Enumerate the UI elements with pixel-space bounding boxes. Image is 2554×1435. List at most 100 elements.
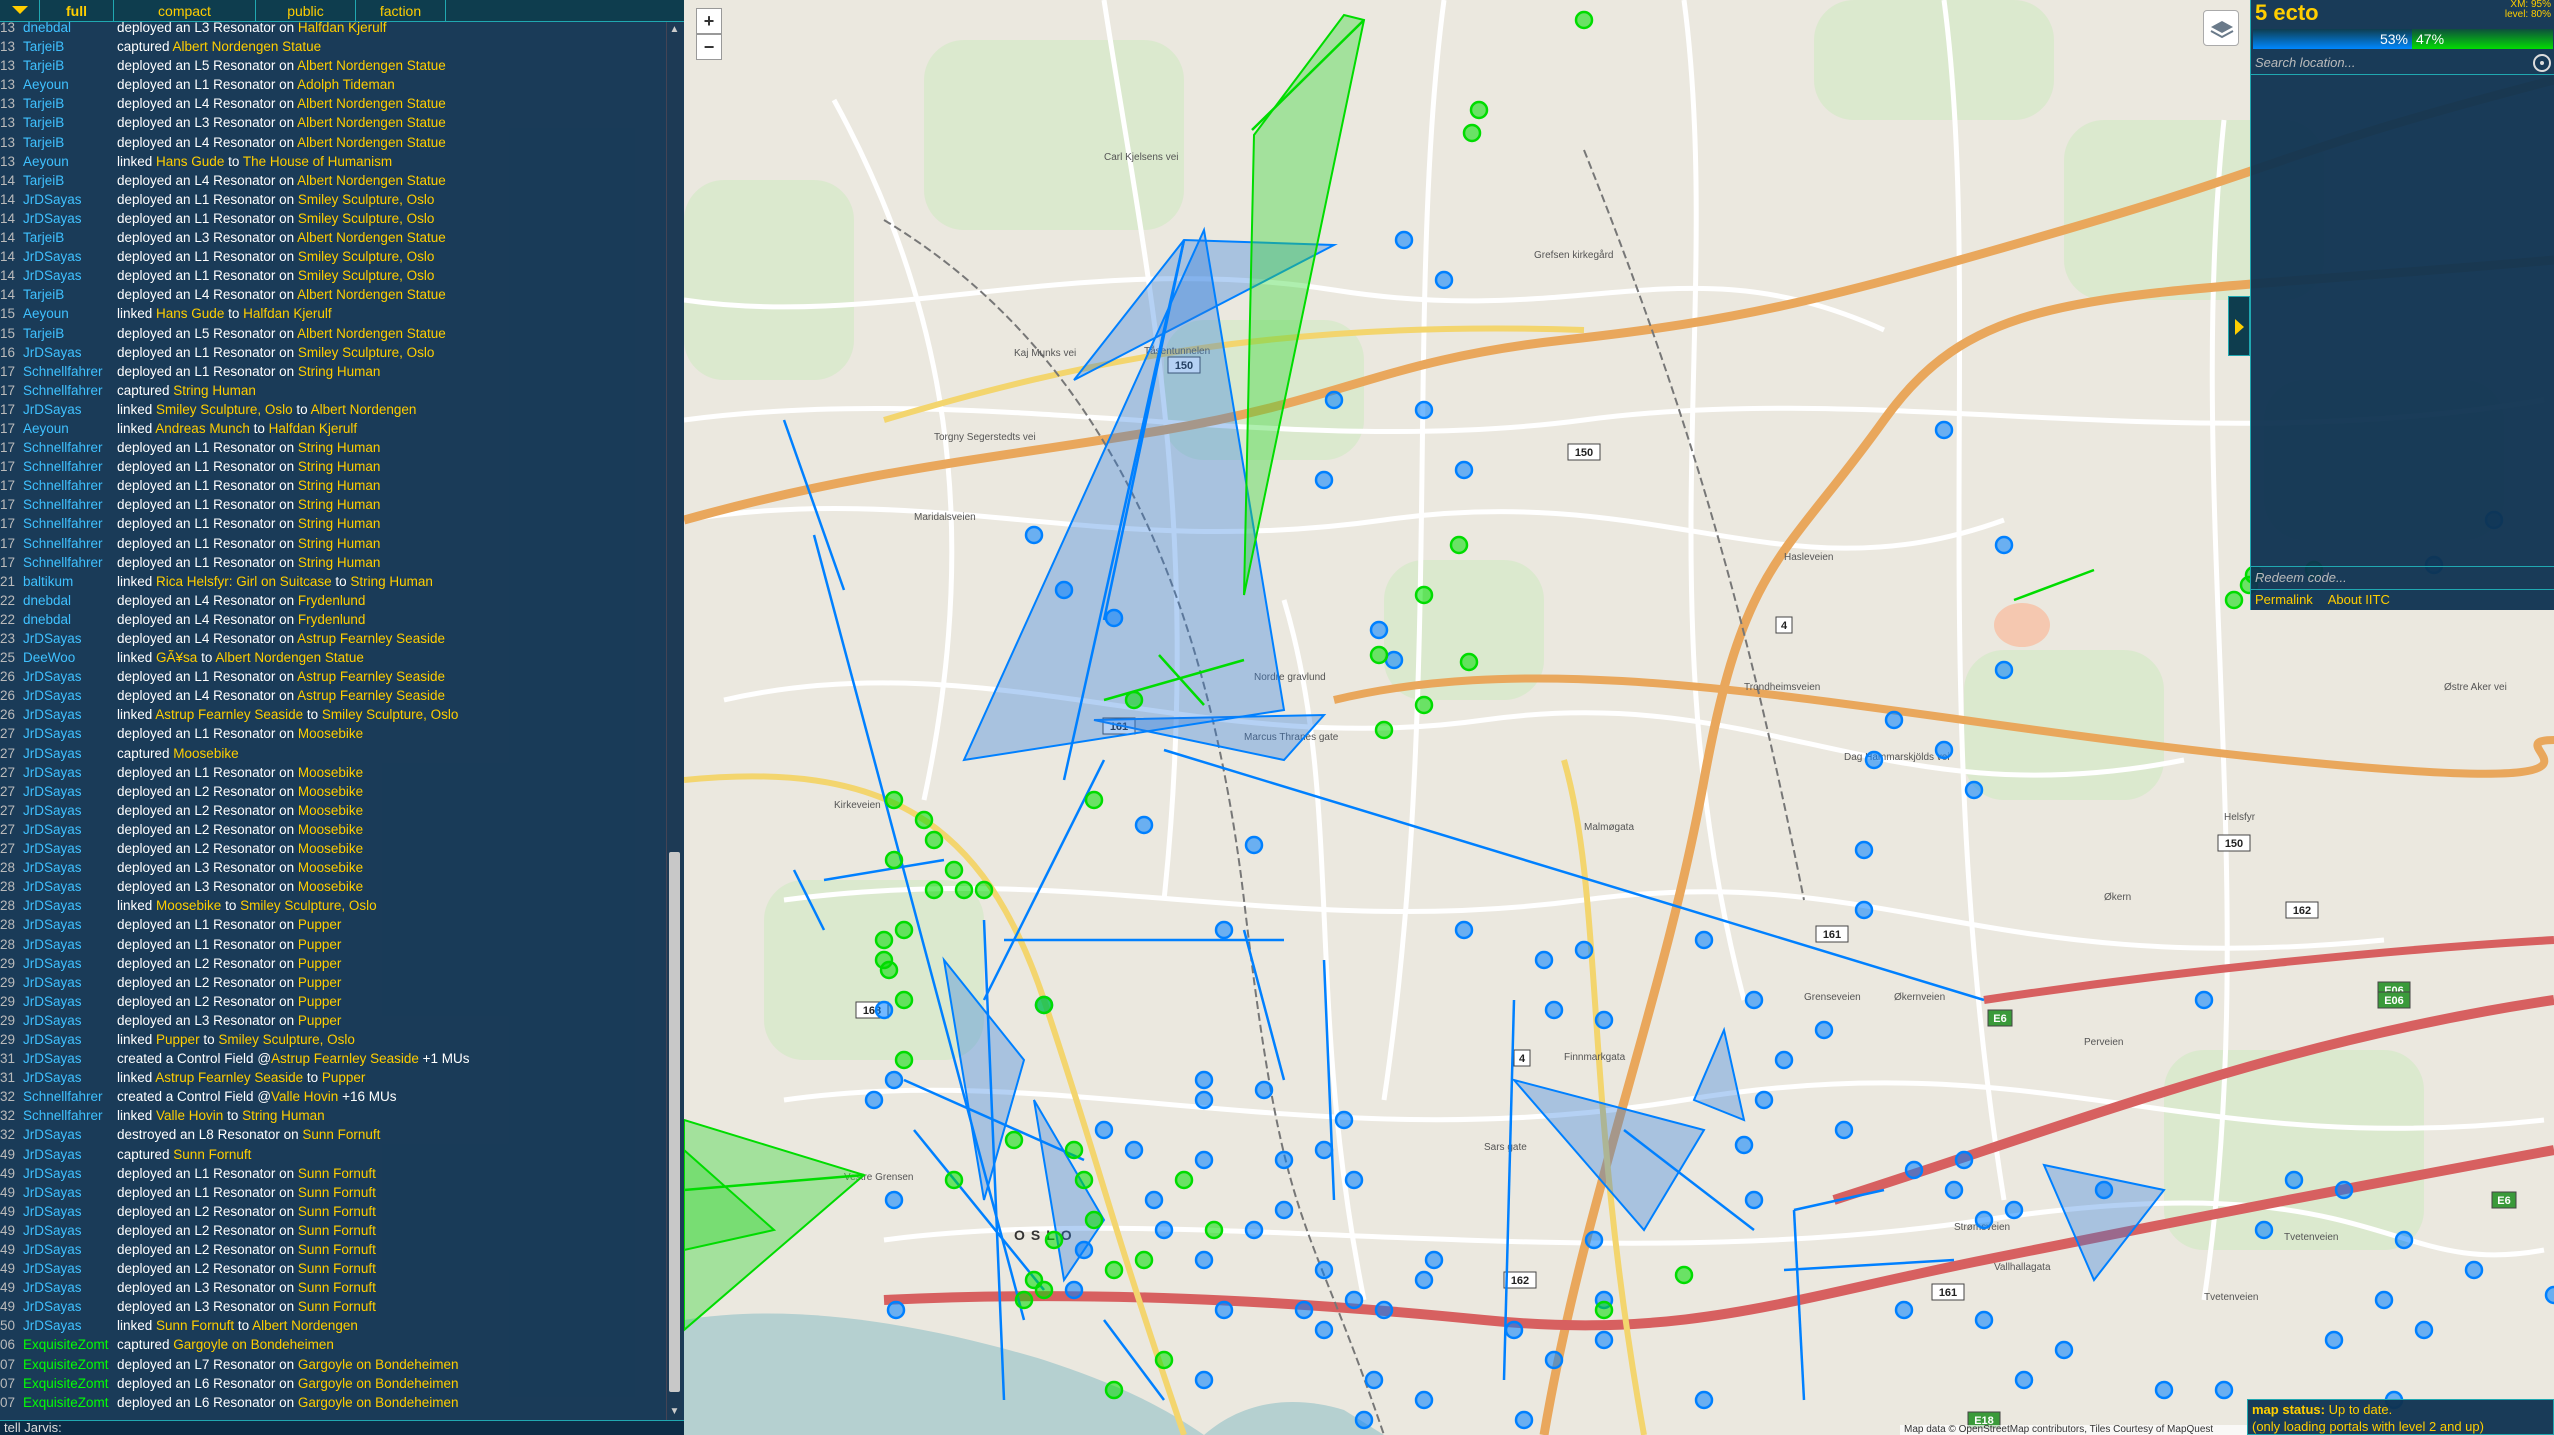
portal-link[interactable]: Moosebike [298,765,363,780]
portal-link[interactable]: Albert Nordengen Statue [297,58,446,73]
agent-name[interactable]: Aeyoun [23,75,115,94]
portal-link[interactable]: Smiley Sculpture, Oslo [218,1032,355,1047]
portal-link[interactable]: Pupper [322,1070,366,1085]
agent-name[interactable]: JrDSayas [23,400,115,419]
agent-name[interactable]: TarjeiB [23,56,115,75]
portal-link[interactable]: Albert Nordengen Statue [173,39,322,54]
res-portal[interactable] [1134,1250,1154,1270]
portal-link[interactable]: Pupper [156,1032,200,1047]
agent-name[interactable]: Aeyoun [23,152,115,171]
agent-name[interactable]: JrDSayas [23,839,115,858]
agent-name[interactable]: TarjeiB [23,113,115,132]
enl-portal[interactable] [1274,1200,1294,1220]
enl-portal[interactable] [1254,1080,1274,1100]
portal-link[interactable]: Smiley Sculpture, Oslo [322,707,459,722]
enl-portal[interactable] [1144,1190,1164,1210]
portal-link[interactable]: Albert Nordengen Statue [297,230,446,245]
agent-name[interactable]: JrDSayas [23,1011,115,1030]
portal-link[interactable]: Albert Nordengen Statue [297,287,446,302]
portal-link[interactable]: Gargoyle on Bondeheimen [173,1337,334,1352]
enl-portal[interactable] [2094,1180,2114,1200]
res-portal[interactable] [914,810,934,830]
enl-portal[interactable] [1694,1390,1714,1410]
agent-name[interactable]: baltikum [23,572,115,591]
enl-portal[interactable] [1354,1410,1374,1430]
enl-portal[interactable] [884,1070,904,1090]
agent-name[interactable]: JrDSayas [23,992,115,1011]
enl-portal[interactable] [1744,990,1764,1010]
chat-input[interactable]: tell Jarvis: [0,1420,684,1435]
res-portal[interactable] [924,830,944,850]
agent-name[interactable]: JrDSayas [23,915,115,934]
enl-portal[interactable] [1694,930,1714,950]
portal-link[interactable]: Sunn Fornuft [298,1223,376,1238]
enl-portal[interactable] [1894,1300,1914,1320]
agent-name[interactable]: JrDSayas [23,1164,115,1183]
agent-name[interactable]: TarjeiB [23,285,115,304]
portal-link[interactable]: String Human [298,459,381,474]
agent-name[interactable]: JrDSayas [23,896,115,915]
enl-portal[interactable] [1024,525,1044,545]
enl-portal[interactable] [1514,1410,1534,1430]
enl-portal[interactable] [1974,1310,1994,1330]
portal-link[interactable]: Pupper [298,917,342,932]
portal-link[interactable]: String Human [298,516,381,531]
agent-name[interactable]: Schnellfahrer [23,362,115,381]
enl-portal[interactable] [1944,1180,1964,1200]
agent-name[interactable]: JrDSayas [23,190,115,209]
portal-link[interactable]: Sunn Fornuft [298,1242,376,1257]
enl-portal[interactable] [1314,1140,1334,1160]
portal-link[interactable]: Albert Nordengen [311,402,417,417]
agent-name[interactable]: JrDSayas [23,1068,115,1087]
portal-link[interactable]: Rica Helsfyr: Girl on Suitcase [156,574,332,589]
enl-portal[interactable] [1324,390,1344,410]
res-portal[interactable] [1574,10,1594,30]
portal-link[interactable]: Albert Nordengen Statue [297,135,446,150]
portal-link[interactable]: Smiley Sculpture, Oslo [298,345,435,360]
portal-link[interactable]: Albert Nordengen Statue [297,96,446,111]
scroll-up-arrow-icon[interactable]: ▲ [669,24,680,36]
agent-name[interactable]: Schnellfahrer [23,457,115,476]
enl-portal[interactable] [1974,1210,1994,1230]
enl-portal[interactable] [2054,1340,2074,1360]
agent-name[interactable]: JrDSayas [23,1183,115,1202]
chat-scrollbar[interactable]: ▲ ▼ [666,22,682,1420]
res-portal[interactable] [944,860,964,880]
agent-name[interactable]: JrDSayas [23,1316,115,1335]
portal-link[interactable]: Moosebike [298,784,363,799]
portal-link[interactable]: Sunn Fornuft [298,1204,376,1219]
agent-name[interactable]: JrDSayas [23,1278,115,1297]
sidebar-toggle[interactable] [2228,296,2250,356]
portal-link[interactable]: Albert Nordengen [252,1318,358,1333]
enl-portal[interactable] [1194,1370,1214,1390]
enl-portal[interactable] [1194,1070,1214,1090]
agent-name[interactable]: JrDSayas [23,1145,115,1164]
agent-name[interactable]: JrDSayas [23,343,115,362]
res-portal[interactable] [944,1170,964,1190]
agent-name[interactable]: JrDSayas [23,1030,115,1049]
portal-link[interactable]: String Human [350,574,433,589]
portal-link[interactable]: Moosebike [298,803,363,818]
enl-portal[interactable] [874,1000,894,1020]
res-portal[interactable] [1174,1170,1194,1190]
portal-link[interactable]: Astrup Fearnley Seaside [155,1070,303,1085]
agent-name[interactable]: JrDSayas [23,1125,115,1144]
agent-name[interactable]: JrDSayas [23,629,115,648]
agent-name[interactable]: JrDSayas [23,744,115,763]
zoom-out-button[interactable]: − [696,34,722,60]
enl-portal[interactable] [1294,1300,1314,1320]
enl-portal[interactable] [1934,740,1954,760]
res-portal[interactable] [974,880,994,900]
portal-link[interactable]: Valle Hovin [271,1089,338,1104]
res-portal[interactable] [1674,1265,1694,1285]
agent-name[interactable]: TarjeiB [23,324,115,343]
portal-link[interactable]: Sunn Fornuft [298,1166,376,1181]
res-portal[interactable] [1104,1380,1124,1400]
agent-name[interactable]: JrDSayas [23,1202,115,1221]
portal-link[interactable]: Moosebike [298,860,363,875]
enl-portal[interactable] [2254,1220,2274,1240]
portal-link[interactable]: String Human [298,364,381,379]
agent-name[interactable]: Schnellfahrer [23,438,115,457]
enl-portal[interactable] [1194,1250,1214,1270]
enl-portal[interactable] [1344,1290,1364,1310]
